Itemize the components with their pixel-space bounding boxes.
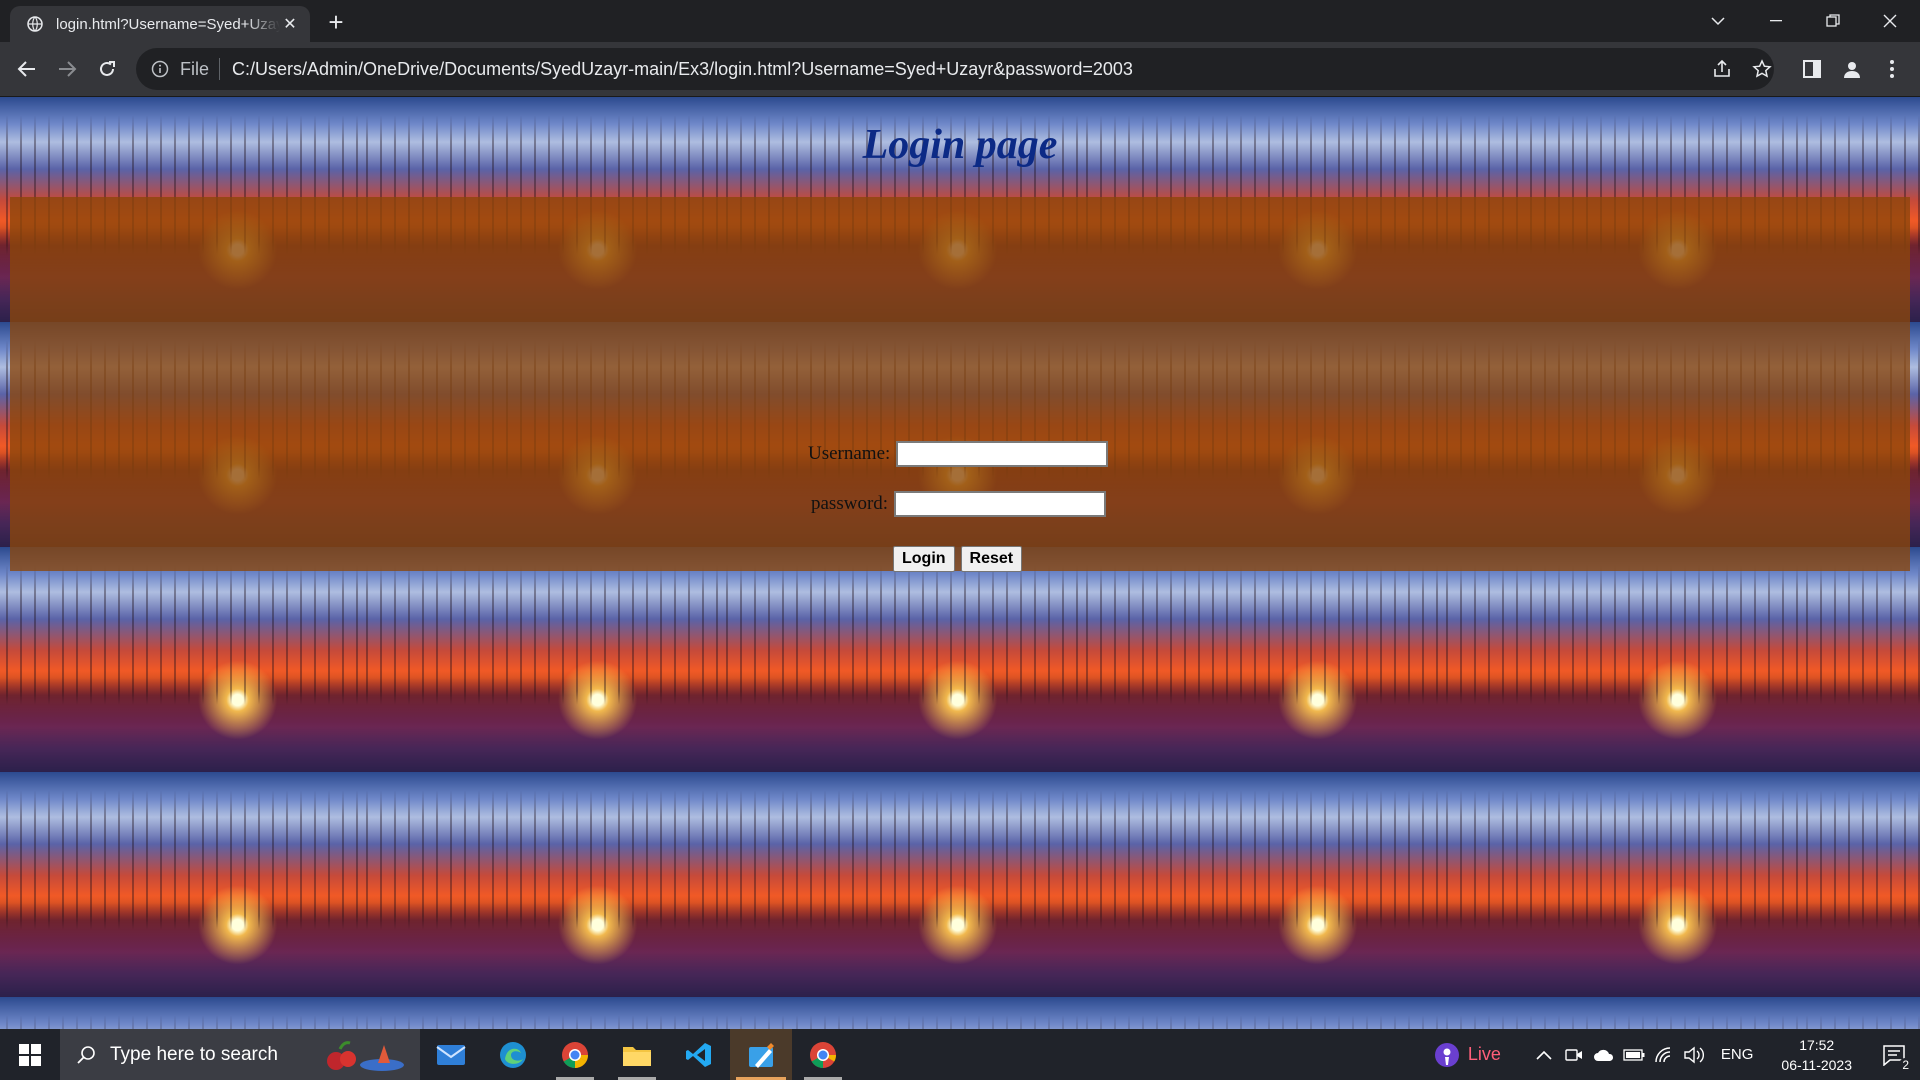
url-text[interactable]: C:/Users/Admin/OneDrive/Documents/SyedUz…: [232, 59, 1133, 80]
menu-kebab-icon[interactable]: [1875, 52, 1909, 86]
form-buttons: Login Reset: [893, 546, 1023, 572]
onedrive-cloud-icon[interactable]: [1589, 1040, 1619, 1070]
clock[interactable]: 17:52 06-11-2023: [1781, 1035, 1852, 1075]
taskbar: Type here to search Live ENG 17:52 06-11…: [0, 1029, 1920, 1080]
live-label: Live: [1467, 1044, 1501, 1064]
close-tab-icon[interactable]: ✕: [280, 14, 300, 34]
restore-button[interactable]: [1805, 0, 1861, 42]
chevron-up-icon[interactable]: [1529, 1040, 1559, 1070]
chrome-app-icon[interactable]: [544, 1029, 606, 1080]
back-button[interactable]: [10, 52, 44, 86]
browser-tab[interactable]: login.html?Username=Syed+Uzayr ✕: [10, 6, 310, 42]
profile-icon[interactable]: [1835, 52, 1869, 86]
clock-date: 06-11-2023: [1781, 1056, 1852, 1073]
divider: [219, 58, 221, 80]
paint-app-icon[interactable]: [730, 1029, 792, 1080]
share-icon[interactable]: [1705, 52, 1739, 86]
new-tab-button[interactable]: +: [322, 7, 350, 37]
globe-icon: [26, 15, 44, 33]
username-input[interactable]: [896, 441, 1109, 467]
edge-app-icon[interactable]: [482, 1029, 544, 1080]
podcast-icon: [1434, 1042, 1459, 1067]
start-button[interactable]: [0, 1029, 60, 1080]
search-placeholder: Type here to search: [110, 1043, 278, 1065]
login-panel: Username: password: Login Reset: [10, 197, 1910, 572]
password-input[interactable]: [894, 491, 1107, 517]
tab-title: login.html?Username=Syed+Uzayr: [56, 15, 280, 33]
mail-app-icon[interactable]: [420, 1029, 482, 1080]
wifi-icon[interactable]: [1649, 1040, 1679, 1070]
address-bar[interactable]: File C:/Users/Admin/OneDrive/Documents/S…: [136, 48, 1774, 90]
password-row: password:: [811, 491, 1107, 517]
search-highlight-icon: [327, 1041, 404, 1071]
search-icon: [76, 1045, 96, 1065]
password-label: password:: [811, 493, 889, 514]
reload-button[interactable]: [90, 52, 124, 86]
system-tray: Live ENG 17:52 06-11-2023 2: [1434, 1029, 1920, 1080]
chrome-app-icon-2[interactable]: [792, 1029, 854, 1080]
live-widget[interactable]: Live: [1434, 1042, 1501, 1068]
browser-toolbar: File C:/Users/Admin/OneDrive/Documents/S…: [0, 42, 1920, 97]
reset-button[interactable]: Reset: [960, 546, 1023, 572]
login-button[interactable]: Login: [893, 546, 955, 572]
minimize-button[interactable]: [1748, 0, 1804, 42]
clock-time: 17:52: [1799, 1036, 1835, 1053]
tab-strip: login.html?Username=Syed+Uzayr ✕ +: [0, 0, 1920, 42]
battery-icon[interactable]: [1619, 1040, 1649, 1070]
forward-button[interactable]: [50, 52, 84, 86]
notification-count: 2: [1899, 1058, 1912, 1072]
taskbar-search-box[interactable]: Type here to search: [60, 1029, 420, 1080]
login-form: Username: password: Login Reset: [10, 197, 1910, 572]
username-row: Username:: [808, 441, 1109, 467]
language-indicator[interactable]: ENG: [1721, 1046, 1754, 1063]
page-title: Login page: [862, 122, 1058, 168]
page-viewport: Login page Username: password: Login Res…: [0, 97, 1920, 1029]
username-label: Username:: [808, 443, 891, 464]
close-window-button[interactable]: [1862, 0, 1918, 42]
file-explorer-app-icon[interactable]: [606, 1029, 668, 1080]
meet-now-icon[interactable]: [1559, 1040, 1589, 1070]
side-panel-icon[interactable]: [1795, 52, 1829, 86]
vscode-app-icon[interactable]: [668, 1029, 730, 1080]
file-scheme-label: File: [180, 58, 210, 79]
tab-search-icon[interactable]: [1690, 0, 1746, 42]
notification-center-button[interactable]: 2: [1868, 1029, 1920, 1080]
bookmark-star-icon[interactable]: [1745, 52, 1779, 86]
info-icon[interactable]: [150, 59, 170, 79]
volume-icon[interactable]: [1679, 1040, 1709, 1070]
